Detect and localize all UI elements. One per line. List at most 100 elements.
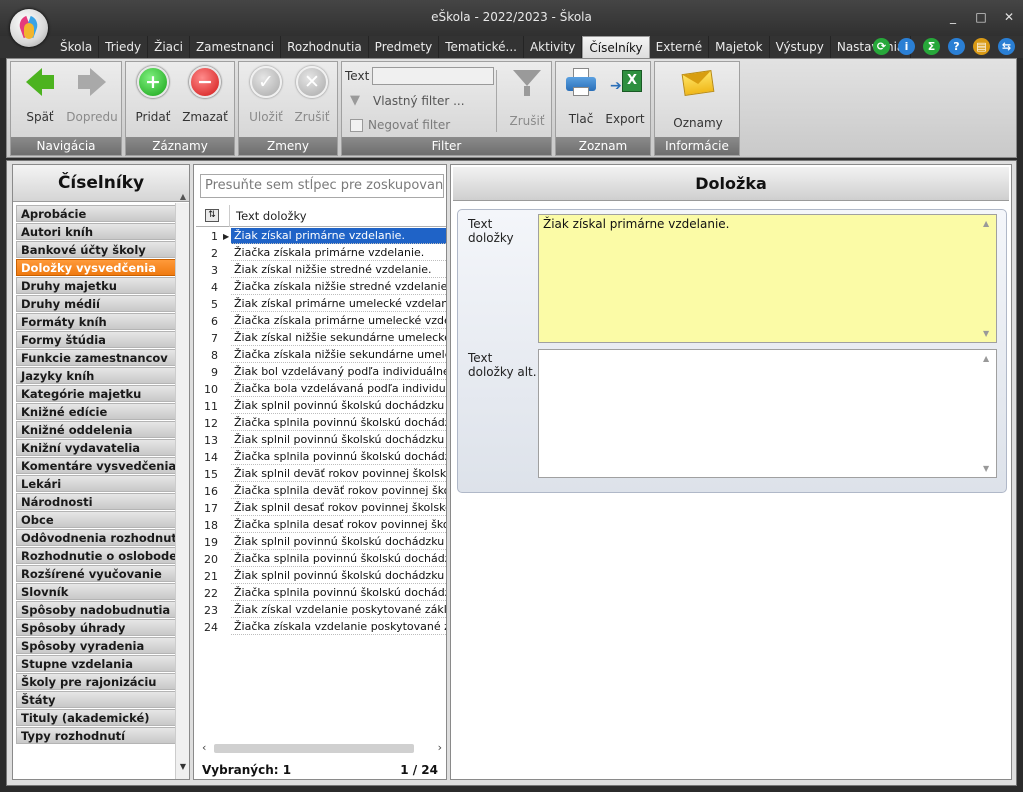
export-button[interactable]: ➔ X Export — [598, 66, 652, 126]
add-button[interactable]: + Pridať — [126, 66, 180, 124]
codelist-scrollbar[interactable]: ▼ — [175, 203, 189, 779]
table-row[interactable]: 19 Žiak splnil povinnú školskú dochádzku … — [196, 534, 446, 551]
table-row[interactable]: 6 Žiačka získala primárne umelecké vzdela… — [196, 313, 446, 330]
cancel-button[interactable]: ✕ Zrušiť — [285, 66, 339, 124]
menu-tab[interactable]: Škola — [54, 36, 100, 58]
minimize-button[interactable]: _ — [947, 10, 959, 24]
negate-filter-checkbox[interactable] — [350, 119, 363, 132]
group-by-box[interactable]: Presuňte sem stĺpec pre zoskupovanie h — [200, 174, 444, 198]
codelist-item[interactable]: Druhy médií — [16, 295, 184, 312]
info-icon[interactable]: i — [898, 38, 915, 55]
menu-tab[interactable]: Žiaci — [148, 36, 190, 58]
codelist-item[interactable]: Druhy majetku — [16, 277, 184, 294]
codelist-item[interactable]: Spôsoby úhrady — [16, 619, 184, 636]
menu-tab[interactable]: Triedy — [99, 36, 149, 58]
codelist-item[interactable]: Autori kníh — [16, 223, 184, 240]
table-row[interactable]: 3 Žiak získal nižšie stredné vzdelanie. — [196, 262, 446, 279]
table-row[interactable]: 16 Žiačka splnila deväť rokov povinnej šk… — [196, 483, 446, 500]
table-row[interactable]: 24 Žiačka získala vzdelanie poskytované z… — [196, 619, 446, 636]
table-row[interactable]: 5 Žiak získal primárne umelecké vzdelanie… — [196, 296, 446, 313]
codelist-item[interactable]: Knižné edície — [16, 403, 184, 420]
codelist-item[interactable]: Typy rozhodnutí — [16, 727, 184, 744]
announcements-button[interactable]: Oznamy — [671, 66, 725, 130]
column-header-text[interactable]: Text doložky — [236, 209, 307, 223]
codelist-item[interactable]: Kategórie majetku — [16, 385, 184, 402]
ribbon-group-changes: ✓ Uložiť ✕ Zrušiť Zmeny — [238, 61, 338, 156]
codelist-item[interactable]: Formáty kníh — [16, 313, 184, 330]
table-row[interactable]: 8 Žiačka získala nižšie sekundárne umelec… — [196, 347, 446, 364]
scroll-left-icon[interactable]: ‹ — [202, 741, 206, 754]
table-row[interactable]: 4 Žiačka získala nižšie stredné vzdelanie… — [196, 279, 446, 296]
delete-button[interactable]: − Zmazať — [178, 66, 232, 124]
menu-tab[interactable]: Aktivity — [524, 36, 583, 58]
codelist-item[interactable]: Komentáre vysvedčenia — [16, 457, 184, 474]
filter-cancel-button[interactable]: Zrušiť — [500, 66, 554, 128]
codelist-item[interactable]: Rozšírené vyučovanie — [16, 565, 184, 582]
codelist-item[interactable]: Aprobácie — [16, 205, 184, 222]
table-row[interactable]: 14 Žiačka splnila povinnú školskú dochádz… — [196, 449, 446, 466]
codelist-item[interactable]: Stupne vzdelania — [16, 655, 184, 672]
table-row[interactable]: 21 Žiak splnil povinnú školskú dochádzku … — [196, 568, 446, 585]
menu-tab[interactable]: Predmety — [369, 36, 440, 58]
help-icon[interactable]: ? — [948, 38, 965, 55]
menu-tab[interactable]: Tematické... — [439, 36, 524, 58]
codelist-item[interactable]: Školy pre rajonizáciu — [16, 673, 184, 690]
table-row[interactable]: 2 Žiačka získala primárne vzdelanie. — [196, 245, 446, 262]
sum-icon[interactable]: Σ — [923, 38, 940, 55]
table-row[interactable]: 17 Žiak splnil desať rokov povinnej škols… — [196, 500, 446, 517]
refresh-icon[interactable]: ⟳ — [873, 38, 890, 55]
codelist-item[interactable]: Knižné oddelenia — [16, 421, 184, 438]
field1-memo[interactable]: Žiak získal primárne vzdelanie. ▲ ▼ — [538, 214, 997, 343]
grid-hscrollbar[interactable]: ‹ › — [200, 741, 444, 755]
maximize-button[interactable]: □ — [975, 10, 987, 24]
codelist-item[interactable]: Knižní vydavatelia — [16, 439, 184, 456]
codelist-item[interactable]: Odôvodnenia rozhodnutí — [16, 529, 184, 546]
forward-button[interactable]: Dopredu — [63, 66, 121, 124]
table-row[interactable]: 15 Žiak splnil deväť rokov povinnej škols… — [196, 466, 446, 483]
close-button[interactable]: ✕ — [1003, 10, 1015, 24]
table-row[interactable]: 22 Žiačka splnila povinnú školskú dochádz… — [196, 585, 446, 602]
menu-tab[interactable]: Rozhodnutia — [281, 36, 369, 58]
table-row[interactable]: 12 Žiačka splnila povinnú školskú dochádz… — [196, 415, 446, 432]
codelist-item[interactable]: Doložky vysvedčenia — [16, 259, 184, 276]
table-row[interactable]: 1 ▶ Žiak získal primárne vzdelanie. — [196, 228, 446, 245]
menu-tab[interactable]: Číselníky — [582, 36, 650, 59]
codelist-item[interactable]: Spôsoby vyradenia — [16, 637, 184, 654]
filter-text-input[interactable] — [372, 67, 494, 85]
codelist-item[interactable]: Funkcie zamestnancov — [16, 349, 184, 366]
codelist-item[interactable]: Lekári — [16, 475, 184, 492]
field2-memo[interactable]: ▲ ▼ — [538, 349, 997, 478]
back-button[interactable]: Späť — [13, 66, 67, 124]
codelist-item[interactable]: Národnosti — [16, 493, 184, 510]
codelist-item[interactable]: Jazyky kníh — [16, 367, 184, 384]
tools-icon[interactable]: ▤ — [973, 38, 990, 55]
menu-tab[interactable]: Externé — [650, 36, 710, 58]
codelist-item[interactable]: Štáty — [16, 691, 184, 708]
codelist-item[interactable]: Rozhodnutie o oslobodení — [16, 547, 184, 564]
codelist-item[interactable]: Formy štúdia — [16, 331, 184, 348]
codelist-item[interactable]: Bankové účty školy — [16, 241, 184, 258]
column-chooser-icon[interactable]: ⇅ — [205, 209, 219, 222]
table-row[interactable]: 20 Žiačka splnila povinnú školskú dochádz… — [196, 551, 446, 568]
menu-tab[interactable]: Výstupy — [770, 36, 831, 58]
scroll-thumb[interactable] — [214, 744, 414, 753]
codelist-item[interactable]: Slovník — [16, 583, 184, 600]
table-row[interactable]: 11 Žiak splnil povinnú školskú dochádzku … — [196, 398, 446, 415]
codelist-item[interactable]: Obce — [16, 511, 184, 528]
custom-filter-button[interactable]: Vlastný filter ... — [373, 94, 465, 108]
table-row[interactable]: 18 Žiačka splnila desať rokov povinnej šk… — [196, 517, 446, 534]
scroll-right-icon[interactable]: › — [438, 741, 442, 754]
table-row[interactable]: 23 Žiak získal vzdelanie poskytované zákl… — [196, 602, 446, 619]
table-row[interactable]: 9 Žiak bol vzdelávaný podľa individuálneh… — [196, 364, 446, 381]
scroll-down-icon[interactable]: ▼ — [176, 762, 190, 771]
menu-tab[interactable]: Majetok — [709, 36, 770, 58]
logout-icon[interactable]: ⇆ — [998, 38, 1015, 55]
row-number: 20 — [204, 553, 218, 566]
table-row[interactable]: 13 Žiak splnil povinnú školskú dochádzku … — [196, 432, 446, 449]
codelist-item[interactable]: Tituly (akademické) — [16, 709, 184, 726]
codelist-item[interactable]: Spôsoby nadobudnutia — [16, 601, 184, 618]
table-row[interactable]: 10 Žiačka bola vzdelávaná podľa individuá… — [196, 381, 446, 398]
menu-tab[interactable]: Zamestnanci — [190, 36, 282, 58]
table-row[interactable]: 7 Žiak získal nižšie sekundárne umelecké … — [196, 330, 446, 347]
app-logo-icon[interactable] — [10, 9, 48, 47]
